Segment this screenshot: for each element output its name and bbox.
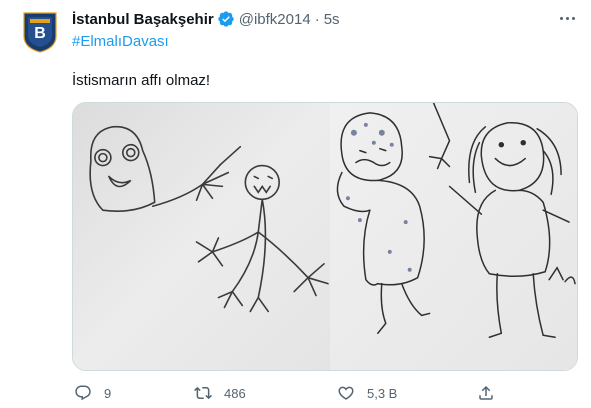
share-button[interactable] bbox=[477, 382, 507, 404]
separator-dot: · bbox=[314, 10, 320, 28]
display-name[interactable]: İstanbul Başakşehir bbox=[72, 11, 214, 28]
hashtag-link[interactable]: #ElmalıDavası bbox=[72, 33, 169, 50]
reply-count: 9 bbox=[104, 385, 112, 401]
tweet-header: İstanbul Başakşehir @ibfk2014 · 5s bbox=[72, 9, 572, 29]
club-crest-icon: B bbox=[23, 12, 57, 53]
svg-text:B: B bbox=[34, 25, 46, 42]
like-button[interactable]: 5,3 B bbox=[337, 382, 397, 404]
child-drawing-right bbox=[329, 103, 577, 370]
more-icon[interactable] bbox=[555, 8, 579, 28]
verified-badge-icon bbox=[218, 11, 234, 27]
tweet-text: İstismarın affı olmaz! bbox=[72, 72, 211, 89]
tweet-actions: 9 486 5,3 B bbox=[72, 382, 512, 404]
tweet-time[interactable]: 5s bbox=[324, 11, 340, 28]
retweet-button[interactable]: 486 bbox=[194, 382, 246, 404]
avatar[interactable]: B bbox=[16, 8, 64, 56]
child-drawing-left bbox=[73, 103, 330, 370]
user-handle[interactable]: @ibfk2014 bbox=[239, 11, 311, 28]
tweet-media[interactable] bbox=[72, 102, 578, 371]
like-icon bbox=[338, 386, 354, 400]
reply-icon bbox=[75, 385, 91, 401]
tweet[interactable]: B İstanbul Başakşehir @ibfk2014 · 5s #El… bbox=[0, 0, 591, 408]
reply-button[interactable]: 9 bbox=[74, 382, 111, 404]
retweet-icon bbox=[194, 386, 212, 400]
retweet-count: 486 bbox=[224, 385, 246, 401]
share-icon bbox=[479, 385, 493, 400]
like-count: 5,3 B bbox=[367, 385, 398, 401]
